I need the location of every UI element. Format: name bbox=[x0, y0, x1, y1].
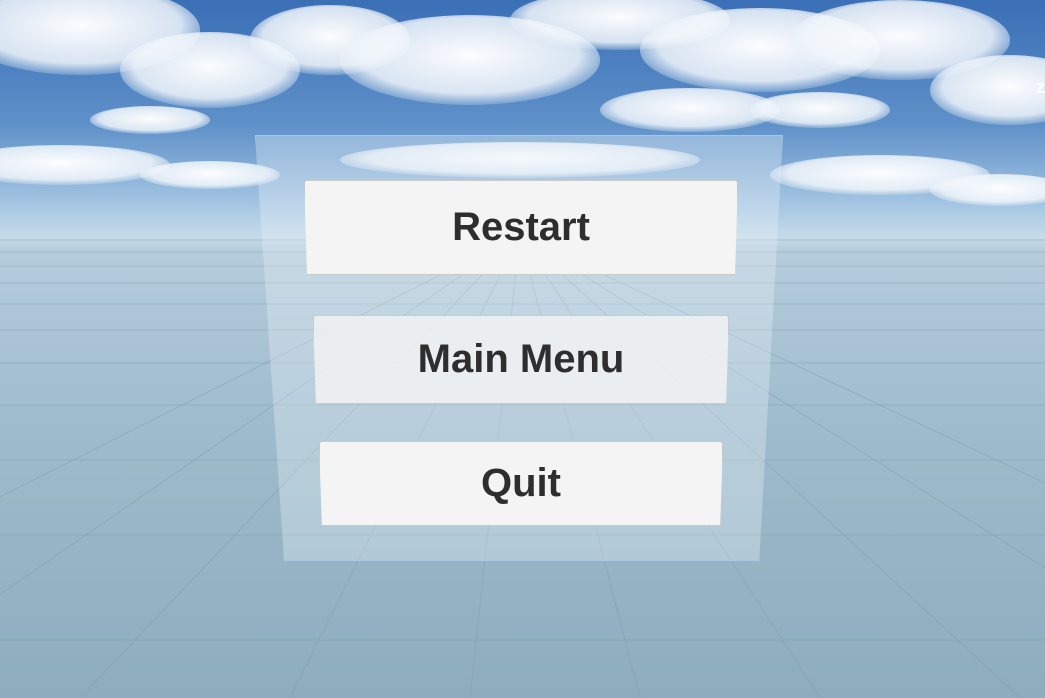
game-scene: z Restart Main Menu Quit bbox=[0, 0, 1045, 698]
restart-button[interactable]: Restart bbox=[304, 180, 738, 275]
quit-button-label: Quit bbox=[481, 461, 561, 505]
corner-label: z bbox=[1036, 77, 1045, 97]
main-menu-button[interactable]: Main Menu bbox=[313, 315, 729, 404]
quit-button[interactable]: Quit bbox=[319, 441, 723, 526]
restart-button-label: Restart bbox=[452, 205, 590, 249]
main-menu-button-label: Main Menu bbox=[417, 337, 625, 381]
